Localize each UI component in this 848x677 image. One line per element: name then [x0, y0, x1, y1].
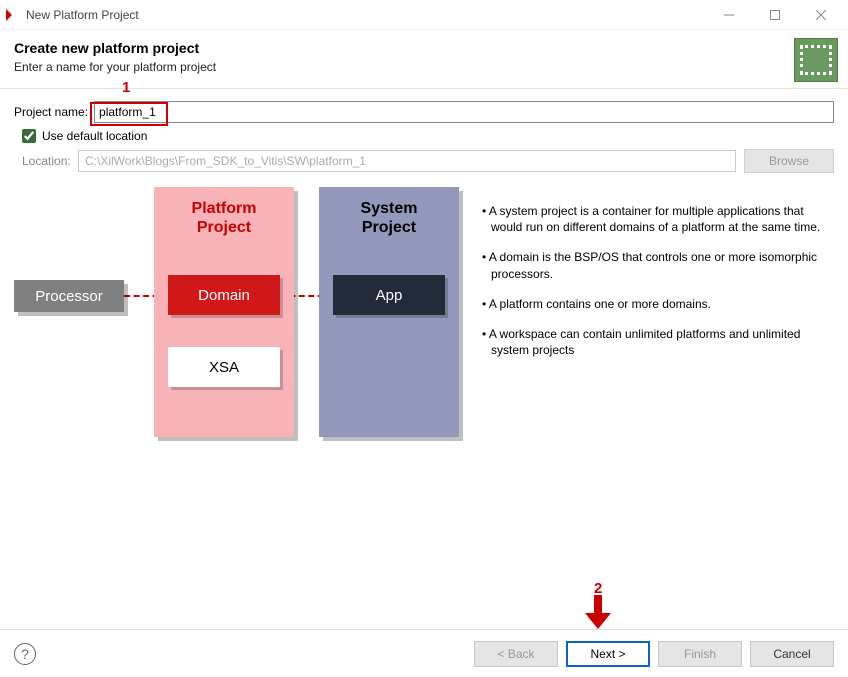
- page-title: Create new platform project: [14, 40, 834, 56]
- annotation-2-arrow: [585, 595, 611, 629]
- help-icon[interactable]: ?: [14, 643, 36, 665]
- domain-label: Domain: [198, 287, 250, 304]
- bullet-2: • A domain is the BSP/OS that controls o…: [482, 249, 826, 281]
- finish-button: Finish: [658, 641, 742, 667]
- back-button: < Back: [474, 641, 558, 667]
- page-subtitle: Enter a name for your platform project: [14, 60, 834, 74]
- location-row: Location: Browse: [14, 149, 834, 173]
- use-default-location-checkbox[interactable]: [22, 129, 36, 143]
- system-project-box: System Project App: [319, 187, 459, 437]
- domain-box: Domain: [168, 275, 280, 315]
- system-title-1: System: [361, 200, 418, 217]
- annotation-1: 1: [122, 79, 130, 96]
- next-button[interactable]: Next >: [566, 641, 650, 667]
- minimize-button[interactable]: [706, 0, 752, 30]
- system-title-2: Project: [362, 219, 416, 236]
- bullet-1: • A system project is a container for mu…: [482, 203, 826, 235]
- platform-title-2: Project: [197, 219, 251, 236]
- location-input: [78, 150, 736, 172]
- cancel-button[interactable]: Cancel: [750, 641, 834, 667]
- platform-diagram: Processor Platform Project Domain XSA Sy…: [14, 187, 464, 447]
- project-name-row: Project name:: [14, 101, 834, 123]
- project-name-label: Project name:: [14, 105, 88, 119]
- app-icon: [4, 7, 20, 23]
- titlebar: New Platform Project: [0, 0, 848, 30]
- wizard-footer: ? < Back Next > Finish Cancel: [0, 629, 848, 677]
- maximize-button[interactable]: [752, 0, 798, 30]
- app-box: App: [333, 275, 445, 315]
- platform-title-1: Platform: [192, 200, 257, 217]
- app-label: App: [376, 287, 403, 304]
- diagram-area: Processor Platform Project Domain XSA Sy…: [0, 187, 848, 447]
- form-area: 1 Project name: Use default location Loc…: [0, 89, 848, 173]
- browse-button: Browse: [744, 149, 834, 173]
- xsa-label: XSA: [209, 359, 239, 376]
- close-button[interactable]: [798, 0, 844, 30]
- bullet-3: • A platform contains one or more domain…: [482, 296, 826, 312]
- description-bullets: • A system project is a container for mu…: [464, 187, 834, 372]
- wizard-logo: [794, 38, 838, 82]
- use-default-location-label: Use default location: [42, 129, 147, 143]
- default-location-row: Use default location: [22, 129, 834, 143]
- xsa-box: XSA: [168, 347, 280, 387]
- platform-project-box: Platform Project Domain XSA: [154, 187, 294, 437]
- window-title: New Platform Project: [26, 8, 139, 22]
- bullet-4: • A workspace can contain unlimited plat…: [482, 326, 826, 358]
- location-label: Location:: [22, 154, 72, 168]
- processor-label: Processor: [35, 288, 103, 305]
- processor-box: Processor: [14, 280, 124, 312]
- project-name-input[interactable]: [94, 101, 834, 123]
